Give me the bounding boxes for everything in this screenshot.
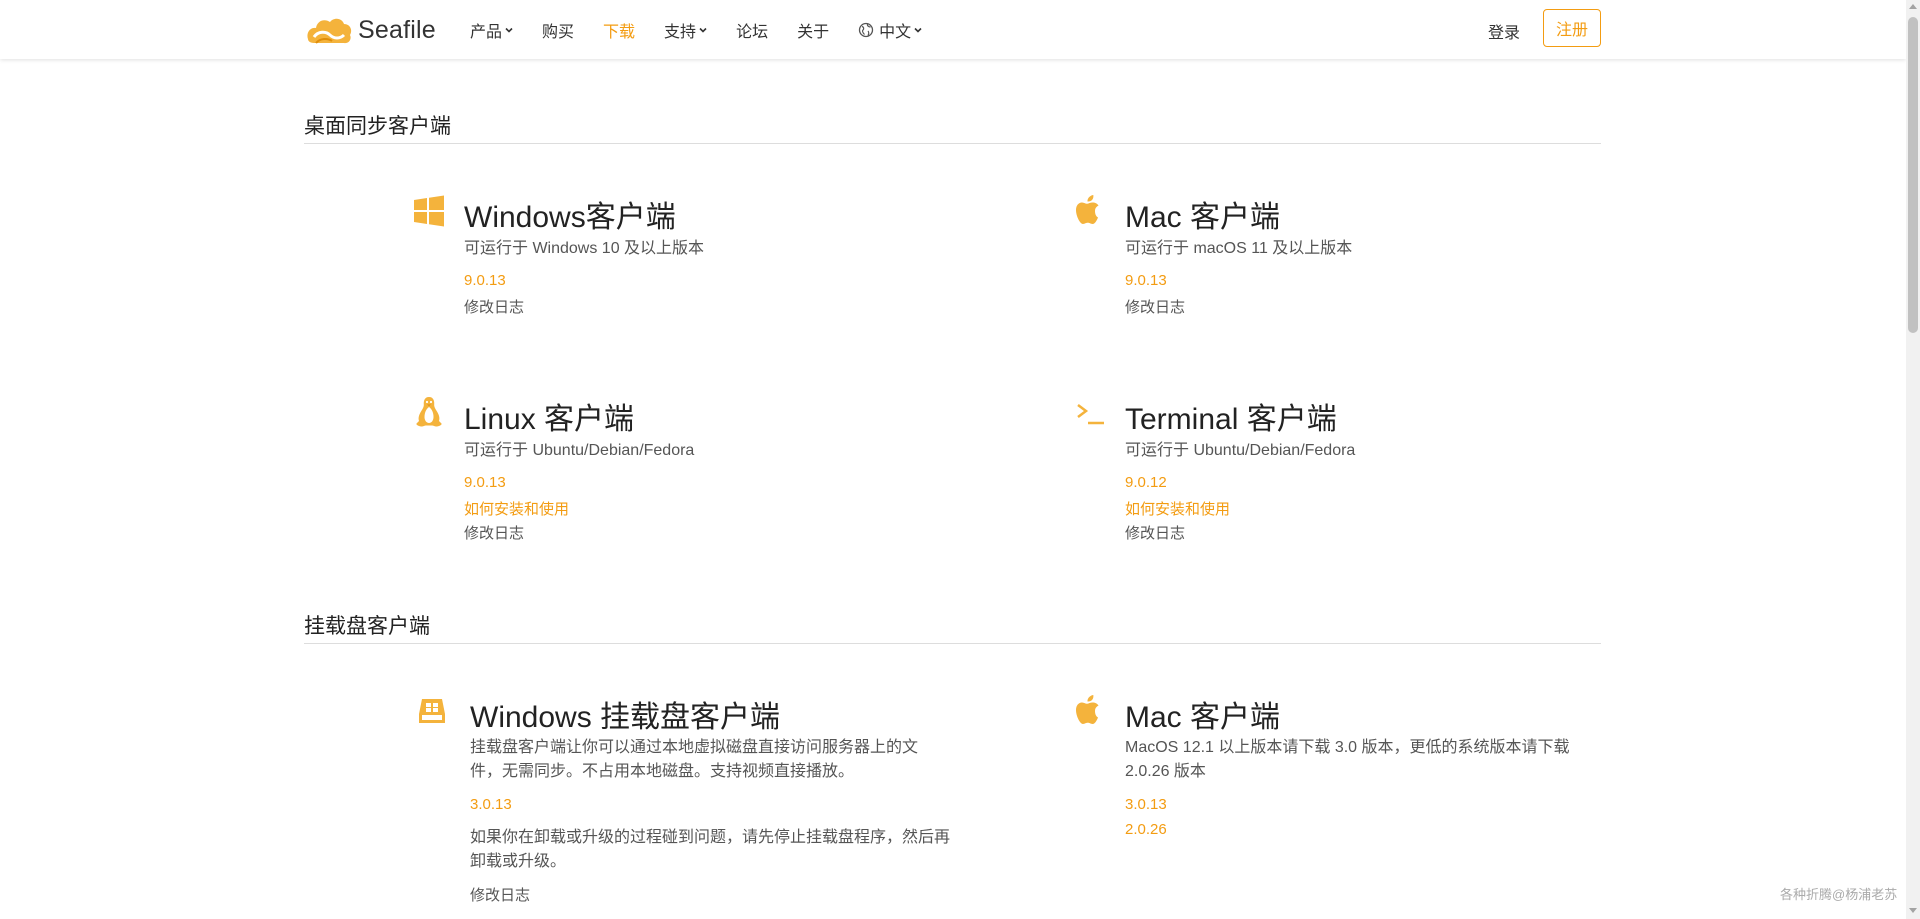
terminal-client-desc: 可运行于 Ubuntu/Debian/Fedora [1125, 442, 1356, 459]
linux-icon [416, 397, 442, 427]
windows-drive-client-desc: 挂载盘客户端让你可以通过本地虚拟磁盘直接访问服务器上的文件，无需同步。不占用本地… [470, 739, 919, 780]
language-label: 中文 [879, 24, 912, 41]
nav-label: 论坛 [736, 24, 769, 41]
language-selector[interactable]: 中文 [858, 18, 922, 42]
terminal-client-howto-link[interactable]: 如何安装和使用 [1125, 498, 1230, 519]
mac-drive-client-desc: MacOS 12.1 以上版本请下载 3.0 版本，更低的系统版本请下载 2.0… [1125, 739, 1570, 780]
nav-label: 购买 [542, 24, 575, 41]
drive-icon [419, 699, 445, 723]
nav-item-download[interactable]: 下载 [603, 18, 635, 42]
section-divider [304, 143, 1601, 144]
globe-icon [858, 22, 874, 38]
section-divider [304, 643, 1601, 644]
apple-icon [1076, 195, 1099, 224]
windows-client-desc: 可运行于 Windows 10 及以上版本 [464, 240, 705, 257]
nav-label: 关于 [797, 24, 830, 41]
nav-label: 产品 [470, 24, 503, 41]
windows-client-changelog-link[interactable]: 修改日志 [464, 296, 524, 317]
nav-item-forum[interactable]: 论坛 [736, 18, 768, 42]
chevron-down-icon [914, 27, 922, 33]
section-title-desktop-sync: 桌面同步客户端 [304, 115, 451, 138]
terminal-client-version-link[interactable]: 9.0.12 [1125, 474, 1167, 491]
nav-item-about[interactable]: 关于 [797, 18, 829, 42]
chevron-down-icon [505, 27, 513, 33]
seafile-logo[interactable]: Seafile [304, 13, 436, 47]
terminal-client-changelog-link[interactable]: 修改日志 [1125, 522, 1185, 543]
windows-drive-client-changelog-link[interactable]: 修改日志 [470, 884, 530, 905]
login-link[interactable]: 登录 [1488, 19, 1520, 43]
windows-drive-client-note: 如果你在卸载或升级的过程碰到问题，请先停止挂载盘程序，然后再卸载或升级。 [470, 829, 951, 870]
terminal-client-title: Terminal 客户端 [1125, 403, 1337, 436]
mac-drive-client-version-link[interactable]: 3.0.13 [1125, 796, 1167, 813]
windows-client-title: Windows客户端 [464, 201, 676, 234]
linux-client-howto-link[interactable]: 如何安装和使用 [464, 498, 569, 519]
windows-drive-client-title: Windows 挂载盘客户端 [470, 701, 781, 734]
scroll-up-arrow-icon[interactable] [1909, 4, 1917, 9]
windows-client-version-link[interactable]: 9.0.13 [464, 272, 506, 289]
site-header: Seafile 产品 购买 下载 支持 论坛 关于 中文 登录 注册 [0, 0, 1906, 59]
nav-label: 下载 [603, 24, 636, 41]
section-title-drive-client: 挂载盘客户端 [304, 615, 430, 638]
main-nav: 产品 购买 下载 支持 论坛 关于 中文 [470, 18, 951, 42]
mac-client-changelog-link[interactable]: 修改日志 [1125, 296, 1185, 317]
watermark: 各种折腾@杨浦老苏 [1780, 887, 1898, 902]
apple-icon [1076, 695, 1099, 724]
nav-item-support[interactable]: 支持 [664, 18, 707, 42]
scroll-down-arrow-icon[interactable] [1909, 908, 1917, 913]
linux-client-changelog-link[interactable]: 修改日志 [464, 522, 524, 543]
nav-item-products[interactable]: 产品 [470, 18, 513, 42]
linux-client-desc: 可运行于 Ubuntu/Debian/Fedora [464, 442, 695, 459]
brand-name: Seafile [358, 15, 436, 44]
mac-drive-client-legacy-version-link[interactable]: 2.0.26 [1125, 821, 1167, 838]
mac-client-title: Mac 客户端 [1125, 201, 1281, 234]
mac-client-desc: 可运行于 macOS 11 及以上版本 [1125, 240, 1353, 257]
linux-client-version-link[interactable]: 9.0.13 [464, 474, 506, 491]
mac-drive-client-title: Mac 客户端 [1125, 701, 1281, 734]
seafile-logo-icon [307, 18, 352, 44]
scrollbar-thumb[interactable] [1908, 17, 1918, 333]
terminal-icon [1077, 404, 1104, 425]
nav-label: 支持 [664, 24, 697, 41]
windows-icon [414, 195, 444, 227]
register-button[interactable]: 注册 [1543, 9, 1601, 47]
windows-drive-client-version-link[interactable]: 3.0.13 [470, 796, 512, 813]
linux-client-title: Linux 客户端 [464, 403, 635, 436]
chevron-down-icon [699, 27, 707, 33]
mac-client-version-link[interactable]: 9.0.13 [1125, 272, 1167, 289]
nav-item-buy[interactable]: 购买 [542, 18, 574, 42]
